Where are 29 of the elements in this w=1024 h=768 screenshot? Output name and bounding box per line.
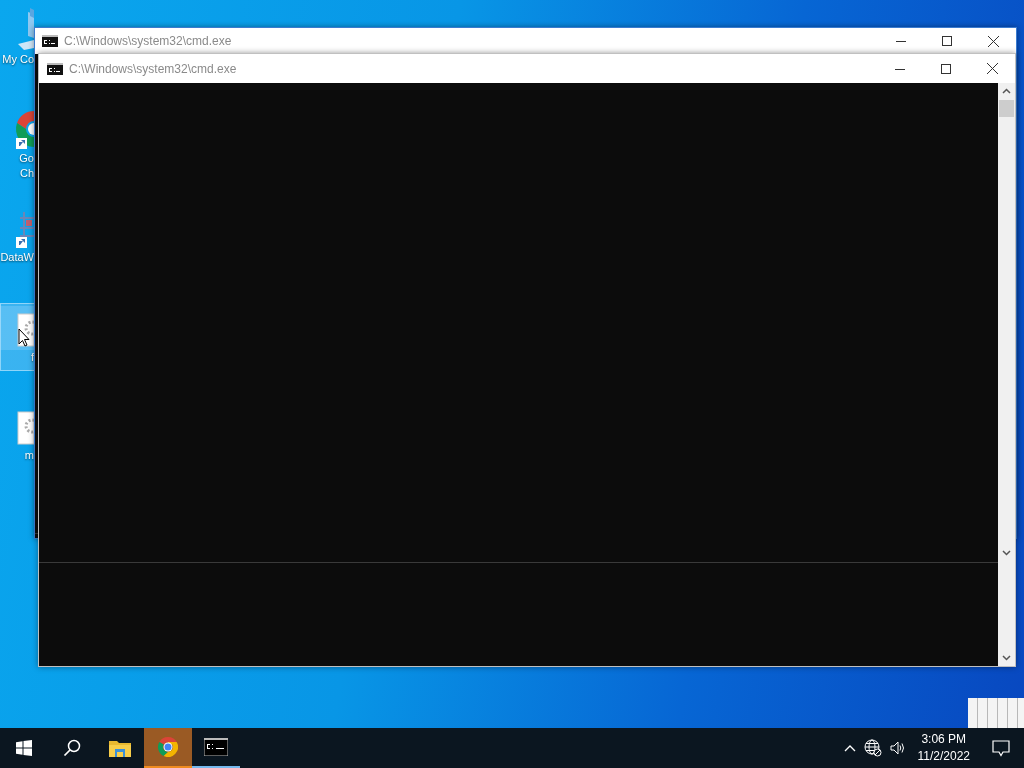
speaker-icon[interactable]: [889, 740, 906, 756]
start-icon[interactable]: [16, 740, 32, 756]
icon-label: Go: [19, 151, 34, 166]
clock-time: 3:06 PM: [920, 731, 968, 748]
folder-icon[interactable]: [109, 739, 131, 757]
close-icon[interactable]: [987, 35, 999, 47]
window-edge: [968, 698, 1024, 728]
scroll-thumb[interactable]: [999, 99, 1014, 117]
clock-date: 11/2/2022: [917, 748, 970, 765]
maximize-icon[interactable]: [941, 63, 951, 74]
mouse-cursor-icon: [18, 328, 30, 347]
scrollbar[interactable]: [998, 83, 1015, 666]
search-icon[interactable]: [63, 739, 81, 757]
icon-label: Ch: [19, 166, 34, 181]
icon-label: f: [30, 350, 34, 365]
console-icon[interactable]: [204, 738, 228, 756]
icon-label: My Co: [2, 52, 34, 67]
maximize-icon[interactable]: [942, 36, 952, 46]
icon-label: m: [24, 448, 34, 463]
window-title: C:\Windows\system32\cmd.exe: [69, 61, 237, 76]
chevron-up-icon[interactable]: [843, 744, 856, 752]
globe-icon[interactable]: [863, 739, 882, 757]
window-title: C:\Windows\system32\cmd.exe: [64, 34, 232, 48]
close-icon[interactable]: [986, 63, 998, 74]
icon-label: DataW: [0, 250, 34, 265]
console-icon: [47, 62, 63, 75]
chrome-icon[interactable]: [158, 737, 178, 757]
clock[interactable]: 3:06 PM 11/2/2022: [909, 731, 978, 765]
console-icon: [42, 35, 58, 47]
